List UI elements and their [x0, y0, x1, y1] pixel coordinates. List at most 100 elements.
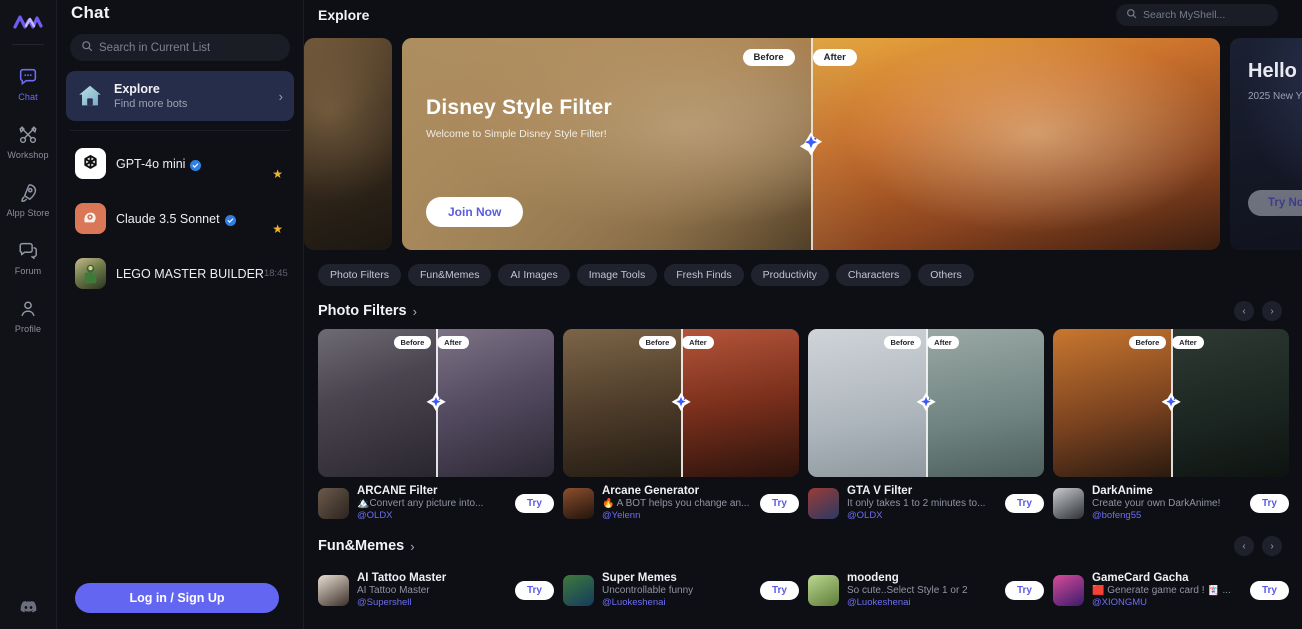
bot-name: Claude 3.5 Sonnet — [116, 211, 220, 226]
hero-slide-previous[interactable] — [304, 38, 392, 250]
sidebar-item-app-store[interactable]: Alpp Store — [0, 175, 57, 224]
card-title: AI Tattoo Master — [357, 572, 447, 584]
home-icon — [75, 81, 105, 111]
card-meta: moodeng So cute..Select Style 1 or 2 @Luok… — [808, 572, 1044, 608]
card-author[interactable]: @OLDX — [847, 510, 997, 521]
try-button[interactable]: Try — [514, 580, 554, 600]
card-meta: DarkAnime Create your own DarkAnime! @bofe… — [1053, 485, 1289, 521]
card-meta: ARCANE Filter 🏔️Convert any picture into.… — [318, 485, 554, 521]
card-author[interactable]: @Luokeshenai — [847, 597, 997, 608]
sidebar-item-chat[interactable]: Chat — [0, 59, 57, 108]
card-preview-image[interactable]: Before After — [1053, 329, 1289, 477]
bot-card[interactable]: Before After DarkAnime Create your own Dark… — [1053, 329, 1289, 521]
try-button[interactable]: Try — [1004, 580, 1044, 600]
chevron-right-icon[interactable]: › — [410, 539, 414, 554]
category-chip[interactable]: Fresh Finds — [664, 264, 744, 286]
after-label: After — [812, 49, 857, 66]
try-button[interactable]: Try — [1004, 493, 1044, 513]
avatar — [318, 487, 349, 519]
try-button[interactable]: Try — [1249, 493, 1289, 513]
chat-search-box[interactable] — [70, 34, 290, 61]
search-icon — [1126, 6, 1137, 24]
discord-link[interactable] — [0, 600, 57, 619]
sidebar-item-forum[interactable]: Forum — [0, 233, 57, 282]
try-button[interactable]: Try — [1249, 580, 1289, 600]
try-button[interactable]: Try — [759, 580, 799, 600]
chat-list-divider — [70, 130, 290, 131]
card-description: It only takes 1 to 2 minutes to... — [847, 498, 986, 509]
card-preview-image[interactable]: Before After — [563, 329, 799, 477]
category-chip[interactable]: AI Images — [498, 264, 570, 286]
favorite-star-icon[interactable]: ★ — [272, 222, 283, 236]
sidebar-item-profile[interactable]: Profile — [0, 291, 57, 340]
category-chip[interactable]: Characters — [835, 264, 912, 286]
bot-card[interactable]: Before After ARCANE Filter 🏔️Convert any pi… — [318, 329, 554, 521]
section-next-button[interactable]: › — [1262, 301, 1282, 321]
before-label: Before — [742, 49, 795, 66]
category-chip[interactable]: Others — [918, 264, 974, 286]
avatar — [563, 487, 594, 519]
section-title: Photo Filters — [318, 303, 407, 319]
bot-card[interactable]: GameCard Gacha 🟥 Generate game card ! 🃏 .… — [1053, 564, 1289, 608]
avatar — [1053, 487, 1084, 519]
page-title: Explore — [318, 7, 370, 23]
explore-nav-card[interactable]: Explore Find more bots › — [66, 71, 294, 121]
favorite-star-icon[interactable]: ★ — [272, 167, 283, 181]
bot-card[interactable]: Before After GTA V Filter It only takes 1 t… — [808, 329, 1044, 521]
section-header: Fun&Memes › ‹ › — [318, 536, 1302, 556]
join-now-button[interactable]: Join Now — [426, 197, 524, 227]
login-signup-button[interactable]: Log in / Sign Up — [75, 583, 279, 613]
card-author[interactable]: @Supershell — [357, 597, 507, 608]
chevron-right-icon[interactable]: › — [413, 304, 417, 319]
category-chip[interactable]: Image Tools — [576, 264, 658, 286]
sidebar-item-workshop[interactable]: Workshop — [0, 117, 57, 166]
avatar — [1053, 574, 1084, 606]
card-description: Uncontrollable funny — [602, 585, 694, 596]
chat-search-input[interactable] — [99, 41, 279, 54]
global-search-box[interactable] — [1116, 4, 1278, 26]
card-row: AI Tattoo Master AI Tattoo Master @Supersh… — [318, 564, 1302, 608]
card-author[interactable]: @Yelenn — [602, 510, 752, 521]
card-author[interactable]: @OLDX — [357, 510, 507, 521]
card-title: Super Memes — [602, 572, 677, 584]
bot-card[interactable]: Before After Arcane Generator 🔥 A BOT helps… — [563, 329, 799, 521]
hero-slide-next[interactable]: Hello 2025 New Ye Try No › — [1230, 38, 1302, 250]
section-title: Fun&Memes — [318, 538, 405, 554]
before-label: Before — [638, 336, 677, 349]
card-meta: Arcane Generator 🔥 A BOT helps you change… — [563, 485, 799, 521]
bot-card[interactable]: AI Tattoo Master AI Tattoo Master @Supersh… — [318, 564, 554, 608]
avatar — [808, 487, 839, 519]
category-chip[interactable]: Fun&Memes — [407, 264, 492, 286]
list-item[interactable]: GPT-4o mini ★ — [66, 140, 294, 187]
card-row: Before After ARCANE Filter 🏔️Convert any pi… — [318, 329, 1302, 521]
section-next-button[interactable]: › — [1262, 536, 1282, 556]
try-now-button[interactable]: Try No — [1248, 190, 1302, 216]
try-button[interactable]: Try — [514, 493, 554, 513]
hero-text-block: Disney Style Filter Welcome to Simple Di… — [426, 96, 612, 140]
card-author[interactable]: @XIONGMU — [1092, 597, 1242, 608]
try-button[interactable]: Try — [759, 493, 799, 513]
chat-panel-title: Chat — [71, 3, 110, 22]
card-preview-image[interactable]: Before After — [808, 329, 1044, 477]
category-chip[interactable]: Productivity — [750, 264, 829, 286]
bot-card[interactable]: Super Memes Uncontrollable funny @Luokeshe… — [563, 564, 799, 608]
bot-card[interactable]: moodeng So cute..Select Style 1 or 2 @Luok… — [808, 564, 1044, 608]
claude-avatar — [75, 203, 106, 234]
list-item[interactable]: Claude 3.5 Sonnet ★ — [66, 195, 294, 242]
card-preview-image[interactable]: Before After — [318, 329, 554, 477]
section-prev-button[interactable]: ‹ — [1234, 301, 1254, 321]
section-prev-button[interactable]: ‹ — [1234, 536, 1254, 556]
sparkle-icon — [1158, 390, 1184, 416]
lego-avatar — [75, 258, 106, 289]
card-author[interactable]: @Luokeshenai — [602, 597, 752, 608]
hero-subtitle: Welcome to Simple Disney Style Filter! — [426, 128, 607, 140]
nav-rail: Chat Workshop Alpp Store Forum Profile — [0, 0, 57, 629]
chevron-right-icon: › — [278, 88, 283, 104]
card-author[interactable]: @bofeng55 — [1092, 510, 1242, 521]
hero-slide-active[interactable]: Before After Disney Style Filter Welcome… — [402, 38, 1220, 250]
myshell-logo-icon[interactable] — [8, 6, 48, 40]
global-search-input[interactable] — [1143, 9, 1268, 21]
category-chip[interactable]: Photo Filters — [318, 264, 401, 286]
list-item[interactable]: LEGO MASTER BUILDER 18:45 — [66, 250, 294, 297]
chat-panel: Chat Explore Find mor — [57, 0, 304, 629]
